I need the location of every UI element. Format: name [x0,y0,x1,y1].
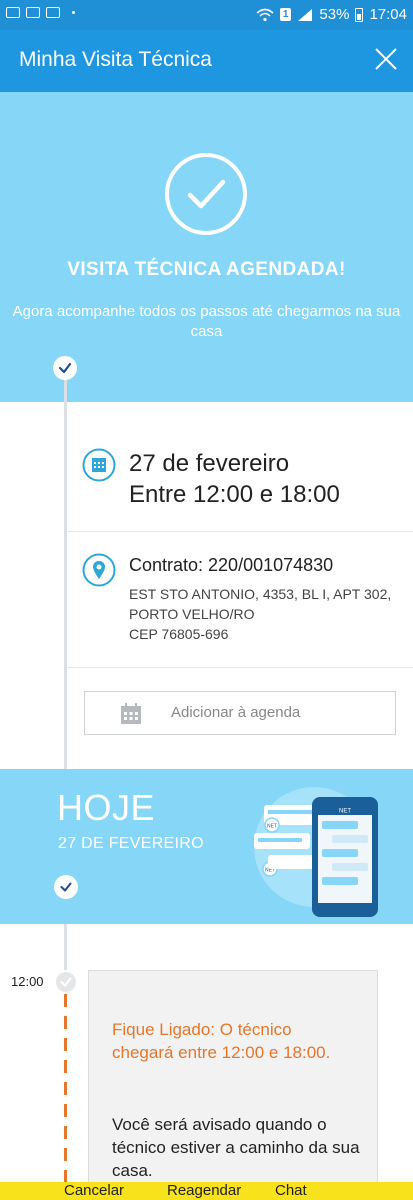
address-cep: CEP 76805-696 [129,626,229,642]
add-to-calendar-button[interactable]: Adicionar à agenda [84,691,396,735]
today-date: 27 DE FEVEREIRO [58,835,204,852]
status-bar: 1 53% 17:04 [0,0,413,30]
sim-badge: 1 [279,8,292,21]
timeline-pending-check-icon [54,970,78,994]
address-line: EST STO ANTONIO, 4353, BL I, APT 302, [129,586,392,602]
close-icon[interactable] [373,46,399,72]
arrival-info: Você será avisado quando o técnico estiv… [112,1115,360,1180]
app-bar: Minha Visita Técnica [0,30,413,92]
today-banner: HOJE 27 DE FEVEREIRO NET NET NET [0,769,413,924]
timeline-dashed-line [64,994,67,1184]
wifi-icon [256,8,274,21]
add-to-calendar-label: Adicionar à agenda [171,704,301,721]
reschedule-button[interactable]: Reagendar [167,1182,241,1200]
timeline-time: 12:00 [11,974,44,989]
timeline-check-icon [54,875,78,899]
visit-date: 27 de fevereiro [129,450,290,477]
address-city: PORTO VELHO/RO [129,606,255,622]
confirmation-title: VISITA TÉCNICA AGENDADA! [67,259,346,280]
signal-icon [298,8,313,21]
image-icon [6,7,20,18]
laptop-icon [46,7,60,18]
confirmation-subtitle: Agora acompanhe todos os passos até cheg… [12,303,401,340]
divider [68,531,413,532]
brand-logo: NET [267,824,277,830]
page-title: Minha Visita Técnica [19,48,212,71]
battery-percent: 53% [319,6,350,23]
bottom-action-bar: Cancelar Reagendar Chat [0,1182,413,1200]
visit-time-window: Entre 12:00 e 18:00 [129,481,340,508]
success-check-icon [165,153,247,235]
system-icons: 1 53% 17:04 [256,6,407,23]
brand-logo: NET [339,809,351,815]
cancel-button[interactable]: Cancelar [64,1182,124,1200]
timeline-check-icon [53,356,77,380]
battery-icon [355,7,364,22]
chat-button[interactable]: Chat [275,1182,307,1200]
calendar-icon [82,448,116,482]
arrival-warning: Fique Ligado: O técnico chegará entre 12… [112,1020,331,1062]
clock: 17:04 [369,6,407,23]
contract-number: Contrato: 220/001074830 [129,555,334,575]
calendar-add-icon [121,703,141,724]
phone-chat-illustration-icon: NET NET NET [254,787,378,917]
today-title: HOJE [57,787,156,828]
laptop-icon [26,7,40,18]
notification-icons [6,7,75,18]
location-pin-icon [82,553,116,587]
divider [68,667,413,668]
more-dot-icon [72,11,75,14]
